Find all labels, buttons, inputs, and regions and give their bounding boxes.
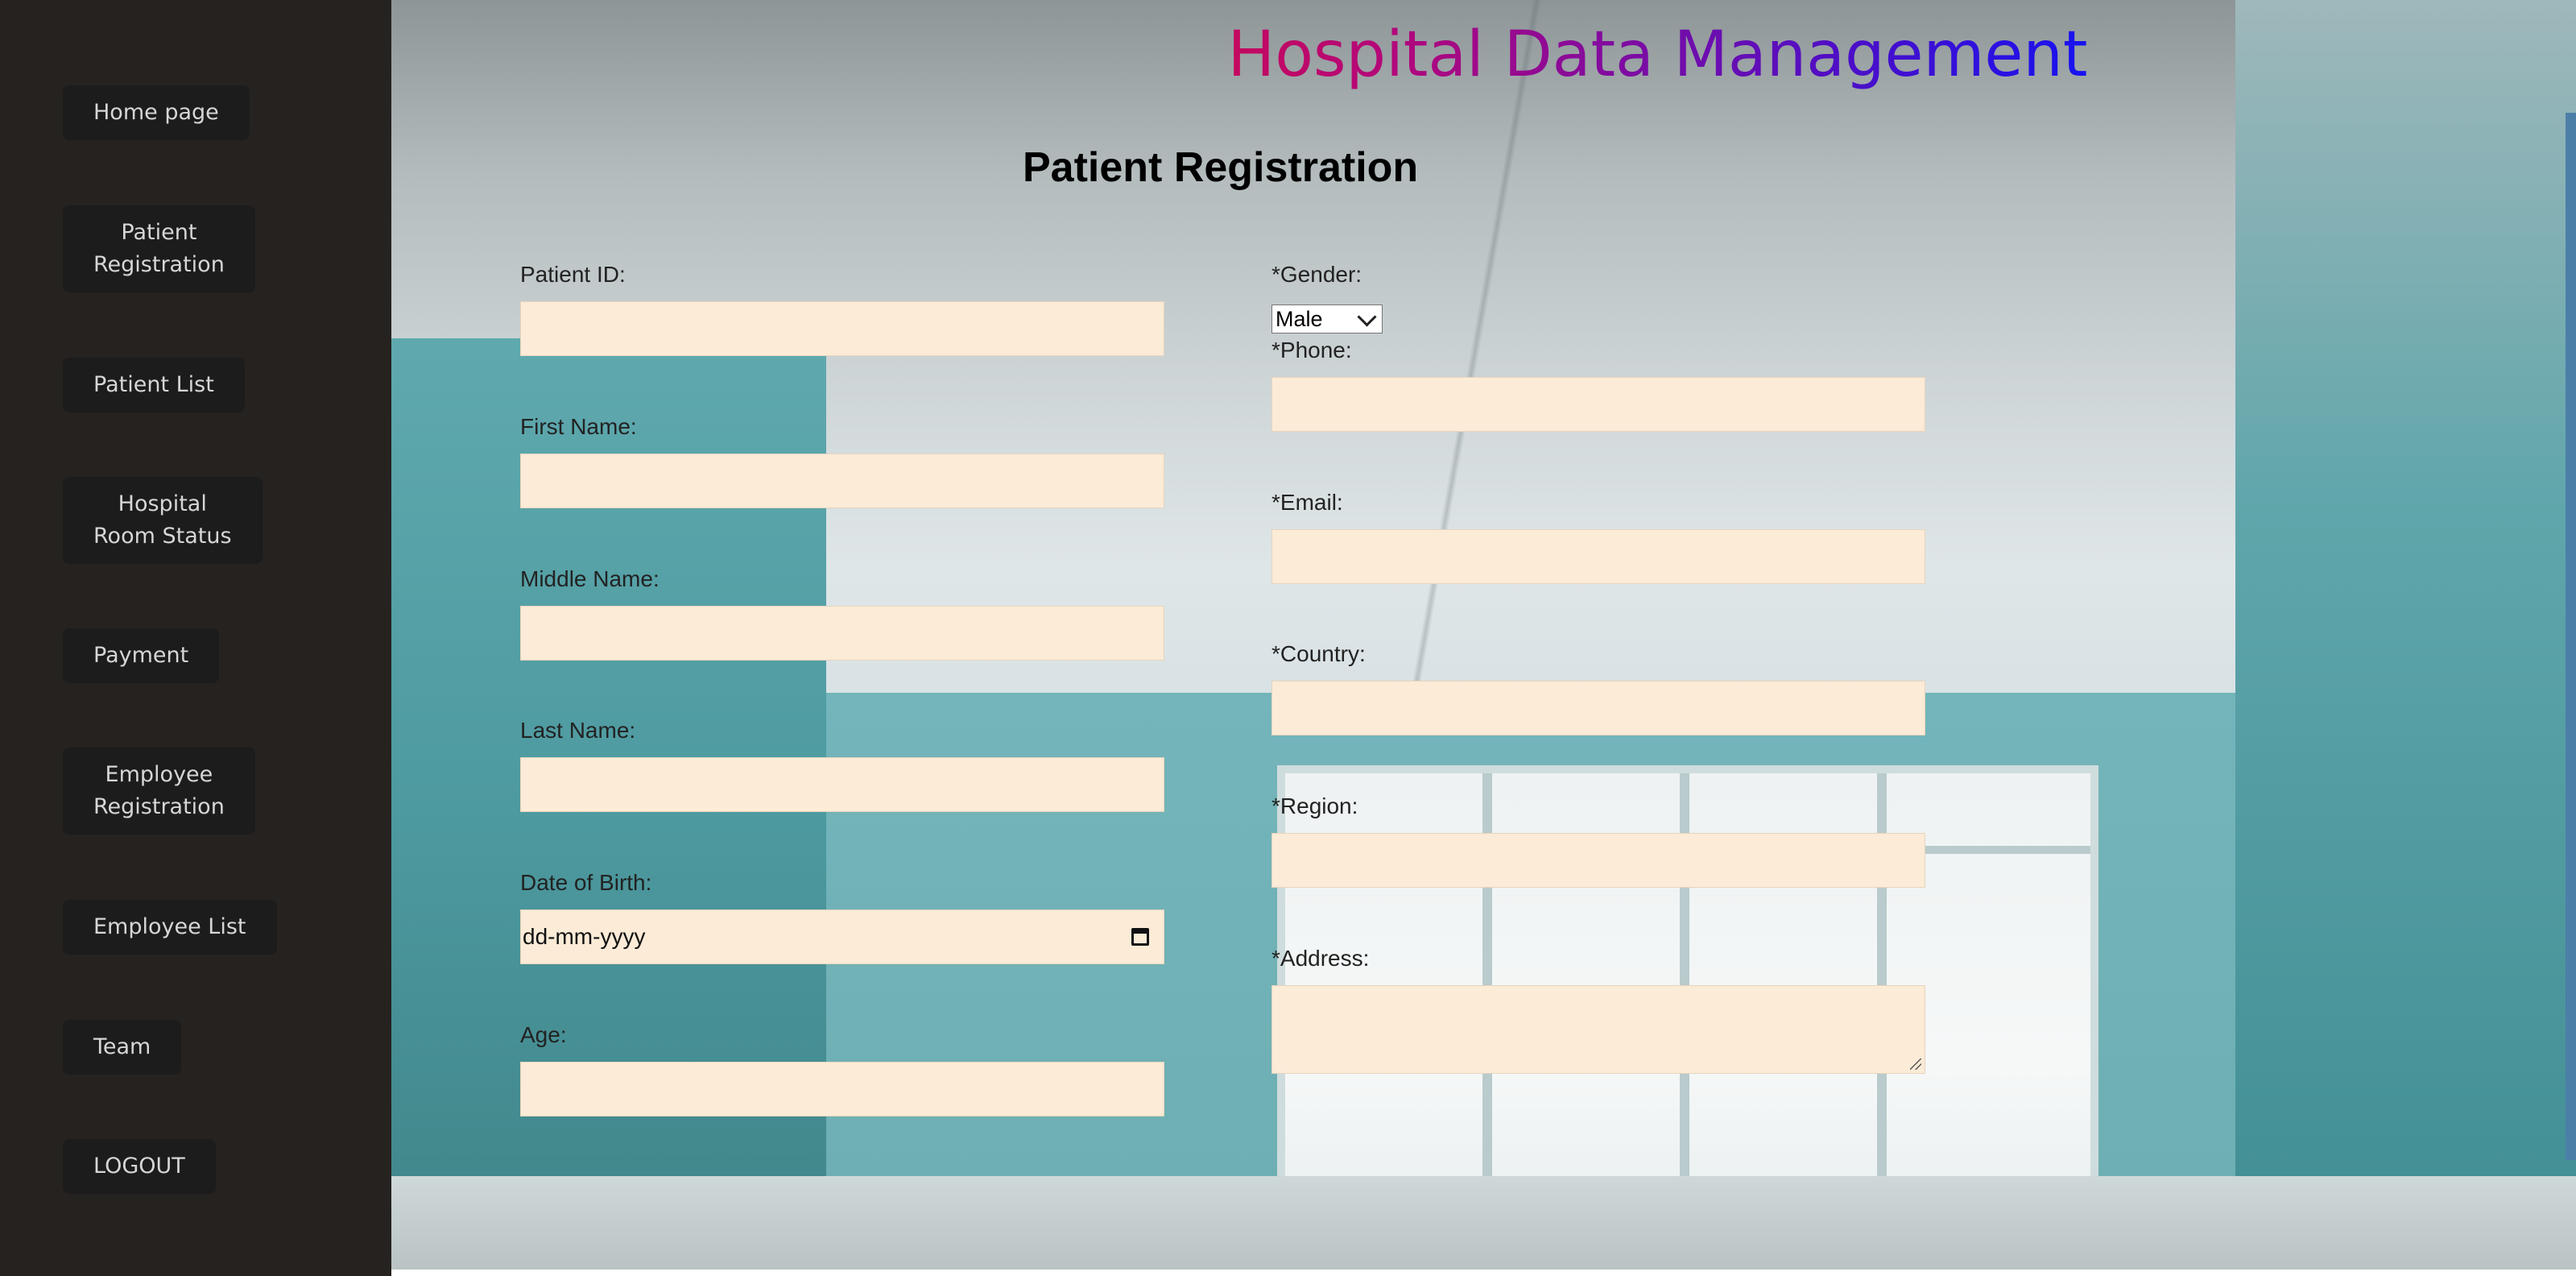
phone-label: *Phone: — [1271, 338, 1352, 362]
sidebar-item-patient-list[interactable]: Patient List — [63, 358, 245, 412]
first-name-input[interactable] — [520, 454, 1164, 508]
background-floor — [391, 1176, 2576, 1270]
patient-id-input[interactable] — [520, 301, 1164, 356]
email-label: *Email: — [1271, 490, 1343, 515]
date-of-birth-value: dd-mm-yyyy — [523, 924, 646, 949]
age-label: Age: — [520, 1022, 567, 1047]
age-input[interactable] — [520, 1062, 1164, 1116]
gender-label: *Gender: — [1271, 262, 1362, 287]
sidebar-item-patient-registration[interactable]: Patient Registration — [63, 205, 255, 292]
background-wall-right — [2235, 0, 2576, 1270]
date-of-birth-label: Date of Birth: — [520, 870, 652, 895]
chevron-down-icon — [1357, 307, 1377, 327]
app-window: Home page Patient Registration Patient L… — [0, 0, 2576, 1276]
resize-grip-icon[interactable] — [1910, 1058, 1921, 1070]
sidebar-item-employee-list[interactable]: Employee List — [63, 900, 277, 955]
main-content: Hospital Data Management Patient Registr… — [391, 0, 2576, 1270]
sidebar-item-home-page[interactable]: Home page — [63, 85, 250, 140]
region-input[interactable] — [1271, 833, 1925, 888]
sidebar-item-hospital-room-status[interactable]: Hospital Room Status — [63, 477, 263, 564]
sidebar-item-logout[interactable]: LOGOUT — [63, 1139, 216, 1194]
page-scrollbar[interactable] — [2566, 113, 2576, 1160]
address-label: *Address: — [1271, 946, 1370, 971]
middle-name-input[interactable] — [520, 606, 1164, 661]
country-input[interactable] — [1271, 681, 1925, 735]
first-name-label: First Name: — [520, 414, 637, 439]
email-input[interactable] — [1271, 529, 1925, 584]
middle-name-label: Middle Name: — [520, 566, 660, 591]
last-name-label: Last Name: — [520, 718, 636, 743]
phone-input[interactable] — [1271, 377, 1925, 432]
app-title-text: Hospital Data Management — [821, 14, 2088, 95]
gender-selected-value: Male — [1276, 306, 1323, 331]
gender-select[interactable]: Male — [1271, 304, 1383, 334]
region-label: *Region: — [1271, 793, 1358, 818]
country-label: *Country: — [1271, 641, 1366, 666]
form-title: Patient Registration — [1023, 144, 1419, 191]
last-name-input[interactable] — [520, 757, 1164, 812]
address-textarea[interactable] — [1271, 985, 1925, 1074]
sidebar-item-team[interactable]: Team — [63, 1020, 182, 1075]
sidebar-item-employee-registration[interactable]: Employee Registration — [63, 748, 255, 835]
patient-id-label: Patient ID: — [520, 262, 626, 287]
app-title: Hospital Data Management — [391, 14, 2516, 95]
sidebar-item-payment[interactable]: Payment — [63, 628, 220, 683]
calendar-icon[interactable] — [1131, 928, 1149, 946]
sidebar: Home page Patient Registration Patient L… — [0, 0, 391, 1276]
date-of-birth-input[interactable]: dd-mm-yyyy — [520, 909, 1164, 964]
